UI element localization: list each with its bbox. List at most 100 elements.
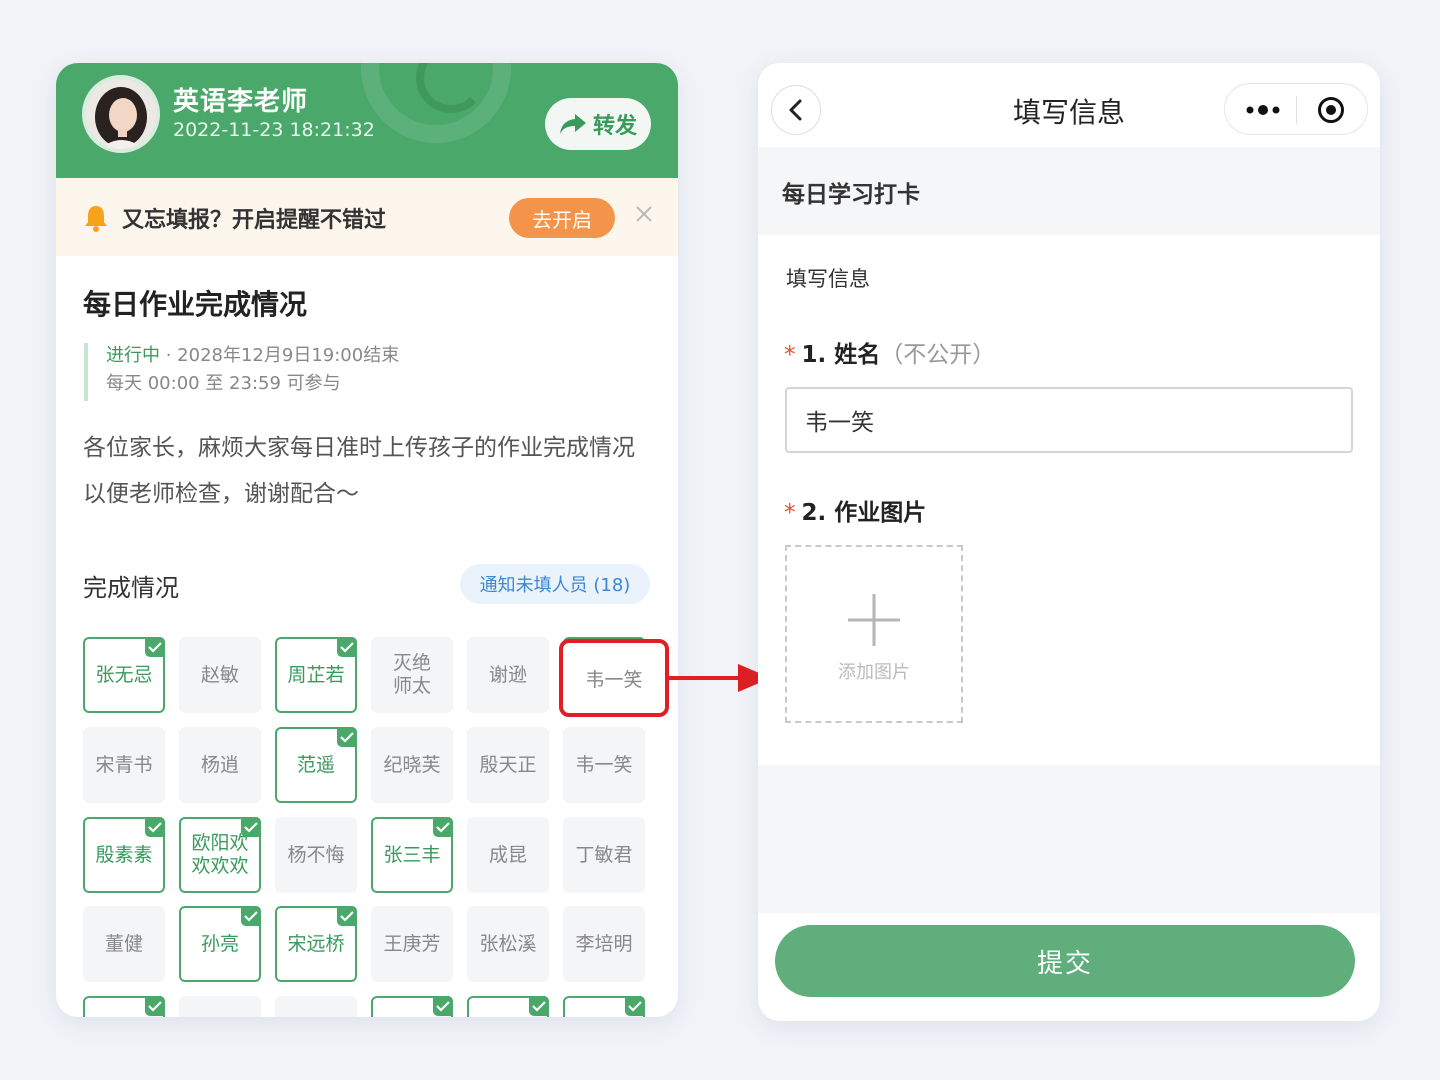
check-icon — [433, 817, 453, 837]
status-block: 进行中 · 2028年12月9日19:00结束 每天 00:00 至 23:59… — [84, 343, 399, 401]
plus-icon — [848, 594, 900, 646]
question-image-label: * 2. 作业图片 — [784, 493, 926, 527]
student-name: 董健 — [104, 932, 143, 955]
fill-info-screen: 填写信息 每日学习打卡 填写信息 * 1. 姓名（不公开） 韦一笑 * 2. 作业图… — [758, 63, 1380, 1021]
post-time: 2022-11-23 18:21:32 — [173, 119, 375, 141]
student-cell[interactable]: 孙亮 — [179, 906, 261, 982]
question-name-label: * 1. 姓名（不公开） — [784, 335, 995, 369]
more-dots-icon[interactable] — [1243, 98, 1283, 122]
student-name: 纪晓芙 — [383, 753, 441, 776]
status-badge: 进行中 — [106, 345, 160, 366]
question-name-hint: （不公开） — [880, 342, 996, 368]
share-label: 转发 — [592, 114, 637, 139]
progress-title: 完成情况 — [83, 574, 179, 602]
student-cell[interactable]: 纪晓芙 — [371, 727, 453, 803]
question-name-title: 1. 姓名 — [801, 342, 881, 368]
task-description: 各位家长，麻烦大家每日准时上传孩子的作业完成情况以便老师检查，谢谢配合～ — [83, 435, 635, 507]
student-name: 张松溪 — [479, 932, 537, 955]
check-icon — [337, 906, 357, 926]
student-cell[interactable]: 王庚芳 — [371, 906, 453, 982]
check-icon — [241, 906, 261, 926]
mini-program-capsule — [1224, 83, 1368, 135]
share-button[interactable]: 转发 — [545, 98, 651, 150]
student-cell[interactable]: 韦一笑 — [563, 727, 645, 803]
check-icon — [145, 817, 165, 837]
teacher-name: 英语李老师 — [173, 87, 309, 117]
student-name: 谢逊 — [488, 663, 527, 686]
enable-reminder-button[interactable]: 去开启 — [509, 198, 615, 238]
reminder-text: 又忘填报？开启提醒不错过 — [122, 208, 387, 233]
student-name: 范遥 — [296, 753, 335, 776]
student-name: 杨不悔 — [287, 843, 345, 866]
student-name: 杨逍 — [200, 753, 239, 776]
student-name: 王庚芳 — [383, 932, 441, 955]
student-cell[interactable]: 董健 — [83, 906, 165, 982]
nav-bar: 填写信息 — [758, 63, 1380, 147]
notify-unfilled-button[interactable]: 通知未填人员 (18) — [460, 564, 650, 604]
student-cell[interactable]: 张三丰 — [371, 817, 453, 893]
student-cell[interactable]: 欧阳欢 欢欢欢 — [179, 817, 261, 893]
student-cell[interactable]: 周芷若 — [275, 637, 357, 713]
student-cell[interactable]: 张无忌 — [83, 637, 165, 713]
check-icon — [337, 637, 357, 657]
student-cell[interactable] — [563, 996, 645, 1017]
student-name: 宋青书 — [95, 753, 153, 776]
student-cell[interactable]: 成昆 — [467, 817, 549, 893]
check-icon — [433, 996, 453, 1016]
student-cell[interactable]: 赵敏 — [179, 637, 261, 713]
student-name: 张三丰 — [383, 843, 441, 866]
student-name: 宋远桥 — [287, 932, 345, 955]
student-cell[interactable]: 张松溪 — [467, 906, 549, 982]
form-panel: 填写信息 * 1. 姓名（不公开） 韦一笑 * 2. 作业图片 添加图片 — [758, 235, 1380, 765]
status-line: 进行中 · 2028年12月9日19:00结束 — [106, 343, 399, 369]
student-cell[interactable]: 杨不悔 — [275, 817, 357, 893]
teacher-avatar[interactable] — [82, 75, 160, 153]
student-name: 赵敏 — [200, 663, 239, 686]
task-title: 每日作业完成情况 — [83, 288, 308, 321]
add-image-button[interactable]: 添加图片 — [785, 545, 963, 723]
name-input[interactable]: 韦一笑 — [785, 387, 1353, 453]
check-icon — [529, 996, 549, 1016]
student-name: 韦一笑 — [575, 753, 633, 776]
student-name: 孙亮 — [200, 932, 239, 955]
student-name: 殷天正 — [479, 753, 537, 776]
student-name: 欧阳欢 欢欢欢 — [191, 832, 249, 877]
student-name: 灭绝 师太 — [392, 652, 431, 697]
student-name: 张无忌 — [95, 663, 153, 686]
student-cell[interactable] — [371, 996, 453, 1017]
student-cell[interactable] — [275, 996, 357, 1017]
required-star: * — [784, 342, 796, 368]
student-cell[interactable]: 谢逊 — [467, 637, 549, 713]
add-image-label: 添加图片 — [838, 662, 910, 683]
check-icon — [625, 996, 645, 1016]
student-cell[interactable] — [179, 996, 261, 1017]
highlighted-student-cell[interactable]: 韦一笑 — [559, 639, 669, 717]
student-cell[interactable] — [83, 996, 165, 1017]
student-name: 殷素素 — [95, 843, 153, 866]
student-name: 李培明 — [575, 932, 633, 955]
student-cell[interactable]: 宋青书 — [83, 727, 165, 803]
share-arrow-icon — [559, 114, 586, 134]
avatar-image — [86, 79, 156, 149]
form-subtitle: 填写信息 — [786, 267, 870, 291]
student-cell[interactable]: 宋远桥 — [275, 906, 357, 982]
student-cell[interactable]: 丁敏君 — [563, 817, 645, 893]
student-cell[interactable]: 杨逍 — [179, 727, 261, 803]
student-cell[interactable]: 殷天正 — [467, 727, 549, 803]
deadline-text: · 2028年12月9日19:00结束 — [160, 345, 400, 366]
student-name: 丁敏君 — [575, 843, 633, 866]
student-cell[interactable]: 范遥 — [275, 727, 357, 803]
submit-button[interactable]: 提交 — [775, 925, 1355, 997]
close-icon[interactable] — [634, 204, 654, 224]
check-icon — [145, 637, 165, 657]
student-cell[interactable]: 殷素素 — [83, 817, 165, 893]
student-name: 周芷若 — [287, 663, 345, 686]
check-icon — [337, 727, 357, 747]
section-heading: 每日学习打卡 — [782, 182, 920, 208]
student-cell[interactable]: 灭绝 师太 — [371, 637, 453, 713]
student-cell[interactable] — [467, 996, 549, 1017]
student-cell[interactable]: 李培明 — [563, 906, 645, 982]
check-icon — [145, 996, 165, 1016]
activity-detail-screen: 英语李老师 2022-11-23 18:21:32 转发 又忘填报？开启提醒不错… — [56, 63, 678, 1017]
close-target-icon[interactable] — [1317, 96, 1345, 124]
